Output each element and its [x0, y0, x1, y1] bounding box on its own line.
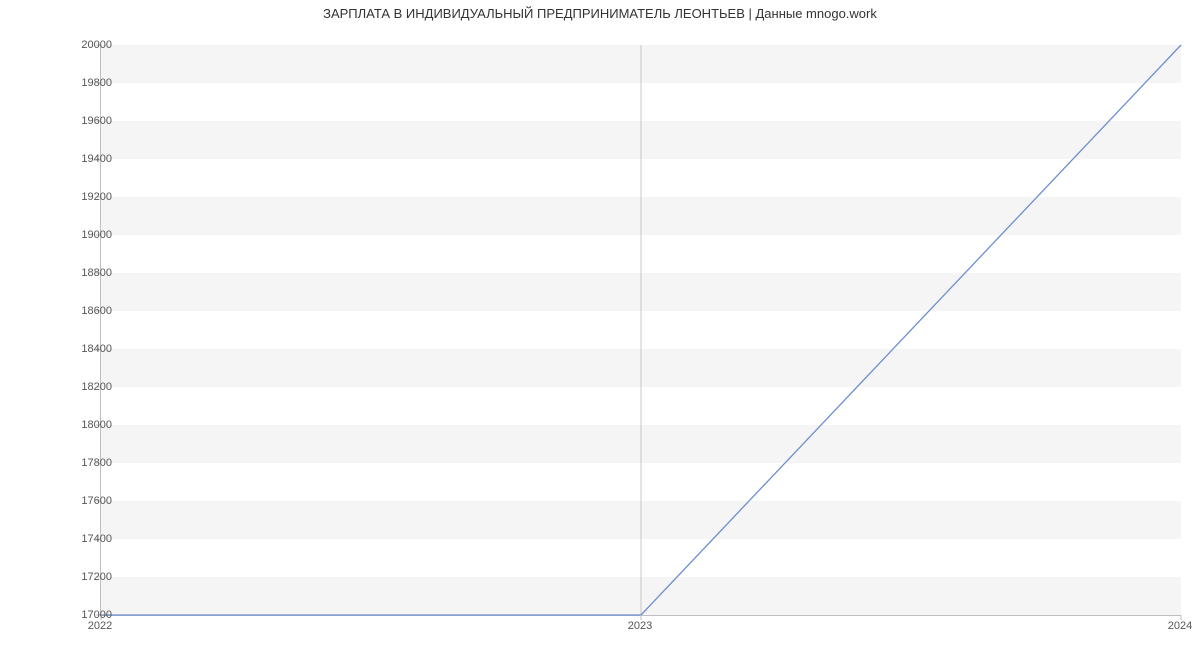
y-tick-label: 19800 — [52, 77, 112, 89]
y-tick-label: 17600 — [52, 495, 112, 507]
y-tick-label: 19400 — [52, 153, 112, 165]
y-tick-label: 19600 — [52, 115, 112, 127]
y-tick-label: 17200 — [52, 571, 112, 583]
y-tick-label: 17800 — [52, 457, 112, 469]
y-tick-label: 18600 — [52, 305, 112, 317]
x-tick-label: 2023 — [628, 620, 652, 632]
y-tick-label: 18200 — [52, 381, 112, 393]
x-tick-label: 2024 — [1168, 620, 1192, 632]
y-tick-label: 18000 — [52, 419, 112, 431]
y-tick-label: 20000 — [52, 39, 112, 51]
x-tick-label: 2022 — [88, 620, 112, 632]
y-tick-label: 18800 — [52, 267, 112, 279]
y-tick-label: 17400 — [52, 533, 112, 545]
chart-container: ЗАРПЛАТА В ИНДИВИДУАЛЬНЫЙ ПРЕДПРИНИМАТЕЛ… — [0, 0, 1200, 650]
chart-title: ЗАРПЛАТА В ИНДИВИДУАЛЬНЫЙ ПРЕДПРИНИМАТЕЛ… — [0, 6, 1200, 21]
y-tick-label: 19000 — [52, 229, 112, 241]
y-tick-label: 18400 — [52, 343, 112, 355]
chart-svg — [101, 45, 1181, 615]
y-tick-label: 19200 — [52, 191, 112, 203]
plot-area — [100, 45, 1181, 616]
